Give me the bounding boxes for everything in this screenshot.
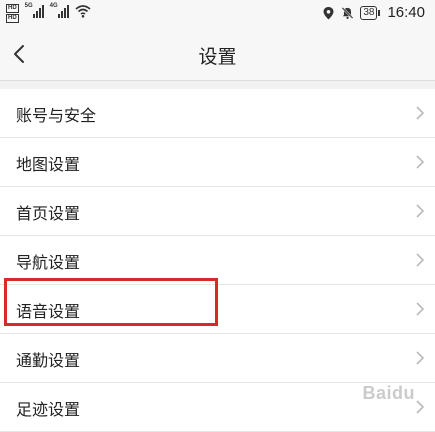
chevron-right-icon (416, 400, 425, 414)
settings-item-map[interactable]: 地图设置 (0, 138, 435, 187)
settings-item-label: 语音设置 (16, 302, 81, 321)
chevron-right-icon (416, 106, 425, 120)
signal-icon: 5G (24, 3, 44, 18)
chevron-right-icon (416, 204, 425, 218)
network-type-label: 5G (24, 3, 33, 9)
settings-item-label: 账号与安全 (16, 106, 97, 125)
settings-item-label: 首页设置 (16, 204, 81, 223)
settings-item-navigation[interactable]: 导航设置 (0, 236, 435, 285)
mute-icon (341, 6, 354, 19)
settings-item-account-security[interactable]: 账号与安全 (0, 89, 435, 138)
battery-icon: 38 (360, 5, 381, 20)
network-type-label: 4G (49, 3, 58, 9)
settings-item-label: 导航设置 (16, 253, 81, 272)
wifi-icon (75, 5, 91, 18)
page-title: 设置 (198, 46, 237, 68)
status-left: HD HD 5G 4G (6, 3, 91, 23)
chevron-right-icon (416, 351, 425, 365)
signal-icon: 4G (49, 3, 69, 18)
status-bar: HD HD 5G 4G 38 16:40 (0, 0, 435, 28)
hd-badges: HD HD (6, 4, 19, 23)
settings-item-label: 足迹设置 (16, 400, 81, 419)
watermark: Baidu (362, 383, 415, 403)
hd-badge: HD (6, 4, 19, 13)
settings-item-label: 通勤设置 (16, 351, 81, 370)
status-right: 38 16:40 (322, 4, 425, 21)
hd-badge: HD (6, 14, 19, 23)
chevron-right-icon (416, 253, 425, 267)
settings-item-home[interactable]: 首页设置 (0, 187, 435, 236)
chevron-right-icon (416, 302, 425, 316)
page-header: 设置 (0, 28, 435, 81)
settings-item-commute[interactable]: 通勤设置 (0, 334, 435, 383)
clock: 16:40 (387, 4, 425, 21)
settings-item-label: 地图设置 (16, 155, 81, 174)
chevron-right-icon (416, 155, 425, 169)
settings-list: 账号与安全 地图设置 首页设置 导航设置 语音设置 通勤设置 足迹设置 (0, 89, 435, 432)
settings-item-voice[interactable]: 语音设置 (0, 285, 435, 334)
location-icon (323, 6, 334, 19)
